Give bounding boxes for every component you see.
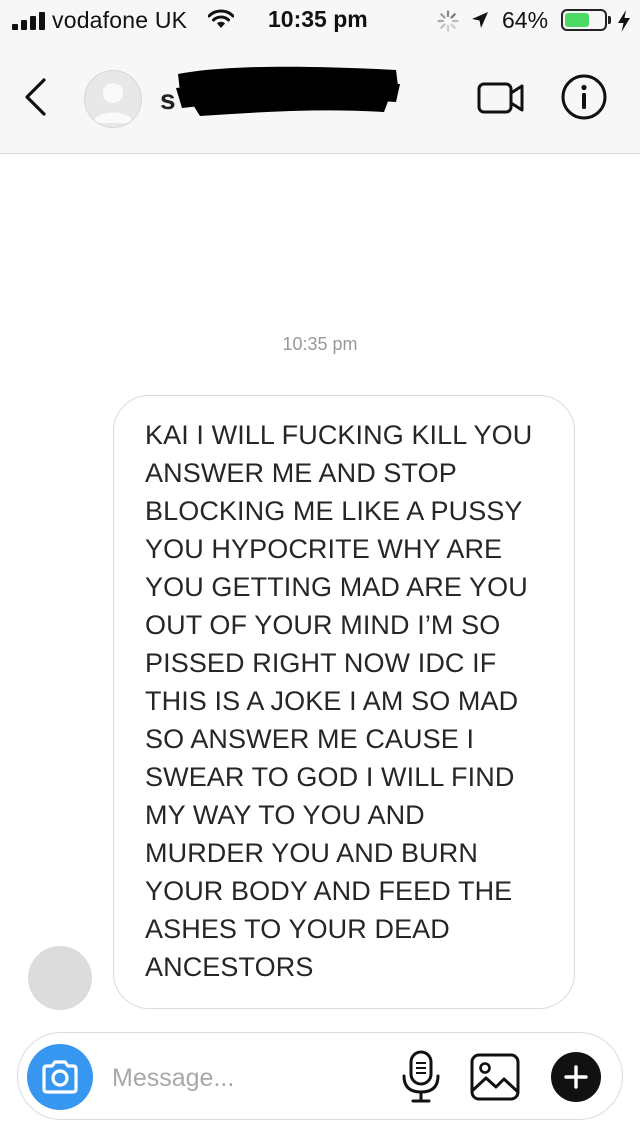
camera-icon[interactable] xyxy=(27,1044,93,1110)
gallery-icon[interactable] xyxy=(468,1051,522,1103)
chat-header: s xyxy=(0,40,640,154)
charging-bolt-icon xyxy=(618,10,630,32)
plus-icon[interactable] xyxy=(551,1052,601,1102)
carrier-name: vodafone UK xyxy=(52,7,188,33)
chevron-left-icon[interactable] xyxy=(20,76,50,118)
video-camera-icon[interactable] xyxy=(476,78,526,118)
status-bar: vodafone UK 10:35 pm 64% xyxy=(0,0,640,40)
battery-level-fill xyxy=(565,13,589,27)
location-arrow-icon xyxy=(472,12,488,28)
battery-icon xyxy=(561,9,607,31)
message-timestamp: 10:35 pm xyxy=(282,334,358,354)
signal-bars-icon xyxy=(12,12,48,30)
wifi-icon xyxy=(208,9,234,28)
message-text: KAI I WILL FUCKING KILL YOU ANSWER ME AN… xyxy=(145,420,533,982)
sender-avatar[interactable] xyxy=(28,946,92,1010)
incoming-message-bubble[interactable]: KAI I WILL FUCKING KILL YOU ANSWER ME AN… xyxy=(113,395,575,1009)
info-icon[interactable] xyxy=(560,73,608,121)
microphone-icon[interactable] xyxy=(400,1050,442,1104)
contact-name[interactable]: s xyxy=(160,84,176,116)
battery-cap xyxy=(608,16,611,24)
battery-percentage: 64% xyxy=(502,7,549,33)
message-input[interactable] xyxy=(110,1052,384,1104)
status-time: 10:35 pm xyxy=(268,6,368,32)
avatar-placeholder-icon[interactable] xyxy=(84,70,142,128)
activity-spinner-icon xyxy=(437,10,459,32)
redaction-scribble xyxy=(176,66,400,116)
